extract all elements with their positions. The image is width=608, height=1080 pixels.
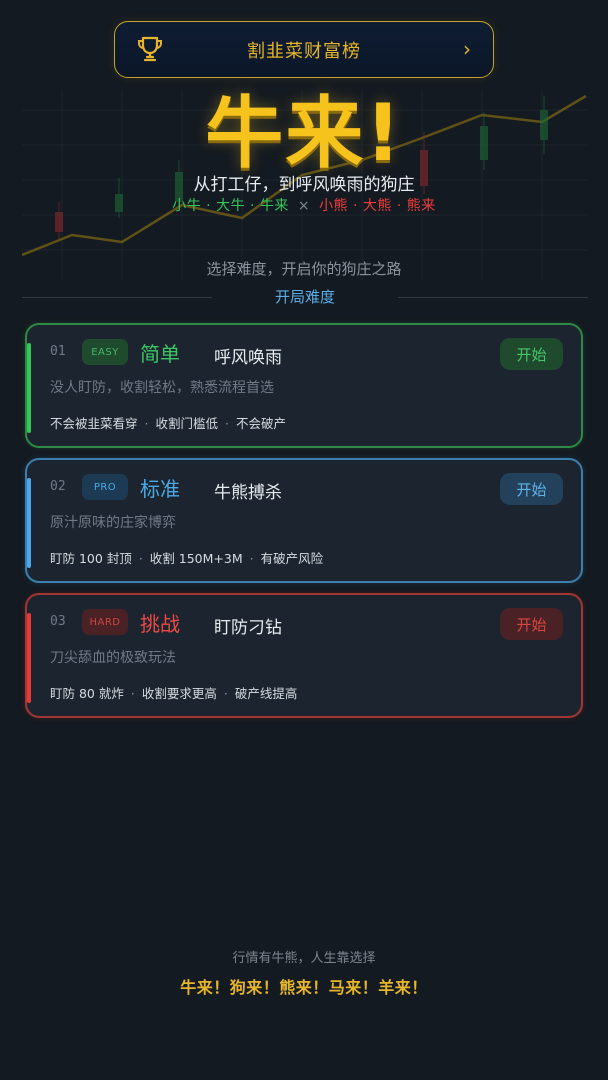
difficulty-name: 挑战 bbox=[140, 612, 180, 636]
leaderboard-button[interactable]: 割韭菜财富榜 › bbox=[114, 21, 494, 78]
rule: 盯防 80 就炸 bbox=[50, 686, 124, 701]
choose-difficulty-hint: 选择难度，开启你的狗庄之路 bbox=[206, 260, 402, 278]
difficulty-name: 简单 bbox=[140, 342, 180, 366]
difficulty-tagline: 呼风唤雨 bbox=[214, 348, 282, 368]
difficulty-card-pro[interactable]: 02 PRO 标准 牛熊搏杀 原汁原味的庄家博弈 盯防 100 封顶 · 收割 15… bbox=[25, 458, 583, 583]
rule: 收割 150M+3M bbox=[149, 551, 243, 566]
difficulty-number: 02 bbox=[50, 479, 66, 494]
rule: 收割要求更高 bbox=[141, 686, 217, 701]
rule: 破产线提高 bbox=[234, 686, 298, 701]
footer-slogan: 牛来！狗来！熊来！马来！羊来！ bbox=[180, 978, 428, 997]
difficulty-rules: 不会被韭菜看穿 · 收割门槛低 · 不会破产 bbox=[50, 416, 287, 431]
bull-tags: 小牛 · 大牛 · 牛来 bbox=[172, 198, 289, 214]
rule: 收割门槛低 bbox=[155, 416, 219, 431]
divider bbox=[398, 297, 588, 298]
bear-tags: 小熊 · 大熊 · 熊来 bbox=[319, 198, 436, 214]
difficulty-badge: PRO bbox=[82, 474, 128, 500]
game-title: 牛来! bbox=[205, 89, 403, 179]
difficulty-card-easy[interactable]: 01 EASY 简单 呼风唤雨 没人盯防，收割轻松，熟悉流程首选 不会被韭菜看穿… bbox=[25, 323, 583, 448]
footer-motto: 行情有牛熊，人生靠选择 bbox=[232, 951, 376, 966]
start-button-pro[interactable]: 开始 bbox=[500, 473, 563, 505]
start-button-easy[interactable]: 开始 bbox=[500, 338, 563, 370]
start-button-hard[interactable]: 开始 bbox=[500, 608, 563, 640]
market-tags: 小牛 · 大牛 · 牛来 × 小熊 · 大熊 · 熊来 bbox=[0, 195, 608, 215]
accent-stripe bbox=[27, 478, 31, 568]
difficulty-rules: 盯防 80 就炸 · 收割要求更高 · 破产线提高 bbox=[50, 686, 298, 701]
game-subtitle: 从打工仔，到呼风唤雨的狗庄 bbox=[193, 175, 415, 195]
difficulty-badge: EASY bbox=[82, 339, 128, 365]
rule: 有破产风险 bbox=[260, 551, 324, 566]
difficulty-badge: HARD bbox=[82, 609, 128, 635]
difficulty-description: 原汁原味的庄家博弈 bbox=[50, 515, 176, 531]
difficulty-rules: 盯防 100 封顶 · 收割 150M+3M · 有破产风险 bbox=[50, 551, 324, 566]
leaderboard-label: 割韭菜财富榜 bbox=[247, 40, 361, 62]
difficulty-description: 刀尖舔血的极致玩法 bbox=[50, 650, 176, 666]
rule: 盯防 100 封顶 bbox=[50, 551, 132, 566]
versus-separator: × bbox=[297, 198, 311, 214]
rule: 不会被韭菜看穿 bbox=[50, 416, 138, 431]
rule: 不会破产 bbox=[236, 416, 287, 431]
difficulty-tagline: 牛熊搏杀 bbox=[214, 483, 282, 503]
chevron-right-icon: › bbox=[463, 37, 471, 61]
difficulty-description: 没人盯防，收割轻松，熟悉流程首选 bbox=[50, 380, 274, 396]
difficulty-tagline: 盯防刁钻 bbox=[214, 618, 282, 638]
accent-stripe bbox=[27, 343, 31, 433]
section-header: 开局难度 bbox=[22, 286, 588, 308]
difficulty-number: 03 bbox=[50, 614, 66, 629]
difficulty-card-hard[interactable]: 03 HARD 挑战 盯防刁钻 刀尖舔血的极致玩法 盯防 80 就炸 · 收割要求更… bbox=[25, 593, 583, 718]
difficulty-number: 01 bbox=[50, 344, 66, 359]
candle bbox=[55, 212, 63, 232]
accent-stripe bbox=[27, 613, 31, 703]
difficulty-name: 标准 bbox=[140, 477, 180, 501]
trophy-icon bbox=[138, 36, 162, 62]
